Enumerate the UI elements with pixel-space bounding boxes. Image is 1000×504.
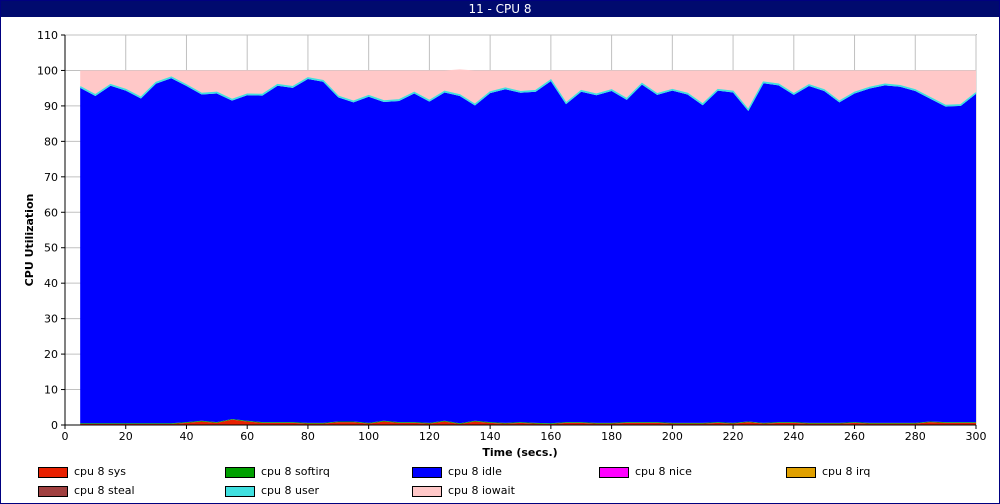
y-tick-label: 50 [44,242,58,255]
y-tick-label: 90 [44,100,58,113]
legend-label: cpu 8 iowait [448,484,515,497]
legend-item: cpu 8 steal [38,485,135,499]
legend-swatch [599,466,629,478]
y-tick-label: 40 [44,277,58,290]
legend-swatch [412,485,442,497]
x-tick-label: 120 [419,430,440,443]
legend-item: cpu 8 softirq [225,466,330,480]
legend-label: cpu 8 user [261,484,319,497]
x-tick-label: 260 [844,430,865,443]
legend-item: cpu 8 user [225,485,319,499]
legend-label: cpu 8 nice [635,465,692,478]
legend-label: cpu 8 idle [448,465,502,478]
legend-label: cpu 8 irq [822,465,871,478]
x-tick-label: 100 [358,430,379,443]
cpu-utilization-chart: 0 20 40 60 80 100 120 140 160 180 200 220 240 260 280 3… [23,29,987,459]
x-tick-label: 160 [540,430,561,443]
x-tick-label: 300 [966,430,987,443]
legend-label: cpu 8 softirq [261,465,330,478]
y-tick-label: 0 [51,419,58,432]
chart-legend: cpu 8 sys cpu 8 softirq cpu 8 idle cpu 8 ni… [0,462,1000,502]
y-tick-label: 30 [44,313,58,326]
legend-swatch [38,485,68,497]
legend-label: cpu 8 steal [74,484,135,497]
y-tick-label: 10 [44,384,58,397]
x-tick-label: 180 [601,430,622,443]
legend-label: cpu 8 sys [74,465,126,478]
y-axis-label: CPU Utilization [23,194,36,287]
legend-swatch [225,485,255,497]
legend-item: cpu 8 sys [38,466,126,480]
y-tick-label: 80 [44,135,58,148]
area-cpu-8-idle [80,78,977,424]
legend-item: cpu 8 nice [599,466,692,480]
y-tick-label: 60 [44,206,58,219]
x-tick-label: 280 [905,430,926,443]
legend-swatch [786,466,816,478]
x-tick-label: 60 [240,430,254,443]
x-tick-label: 240 [783,430,804,443]
legend-item: cpu 8 idle [412,466,502,480]
legend-swatch [38,466,68,478]
y-tick-label: 70 [44,171,58,184]
legend-item: cpu 8 iowait [412,485,515,499]
x-tick-label: 200 [662,430,683,443]
legend-item: cpu 8 irq [786,466,870,480]
x-axis-label: Time (secs.) [482,446,557,459]
x-tick-label: 40 [179,430,193,443]
chart-areas [79,69,977,425]
x-tick-label: 140 [480,430,501,443]
x-tick-label: 80 [301,430,315,443]
legend-swatch [412,466,442,478]
legend-swatch [225,466,255,478]
x-tick-label: 20 [119,430,133,443]
y-tick-label: 100 [37,64,58,77]
x-tick-label: 220 [723,430,744,443]
x-tick-label: 0 [62,430,69,443]
y-tick-label: 20 [44,348,58,361]
y-tick-label: 110 [37,29,58,42]
